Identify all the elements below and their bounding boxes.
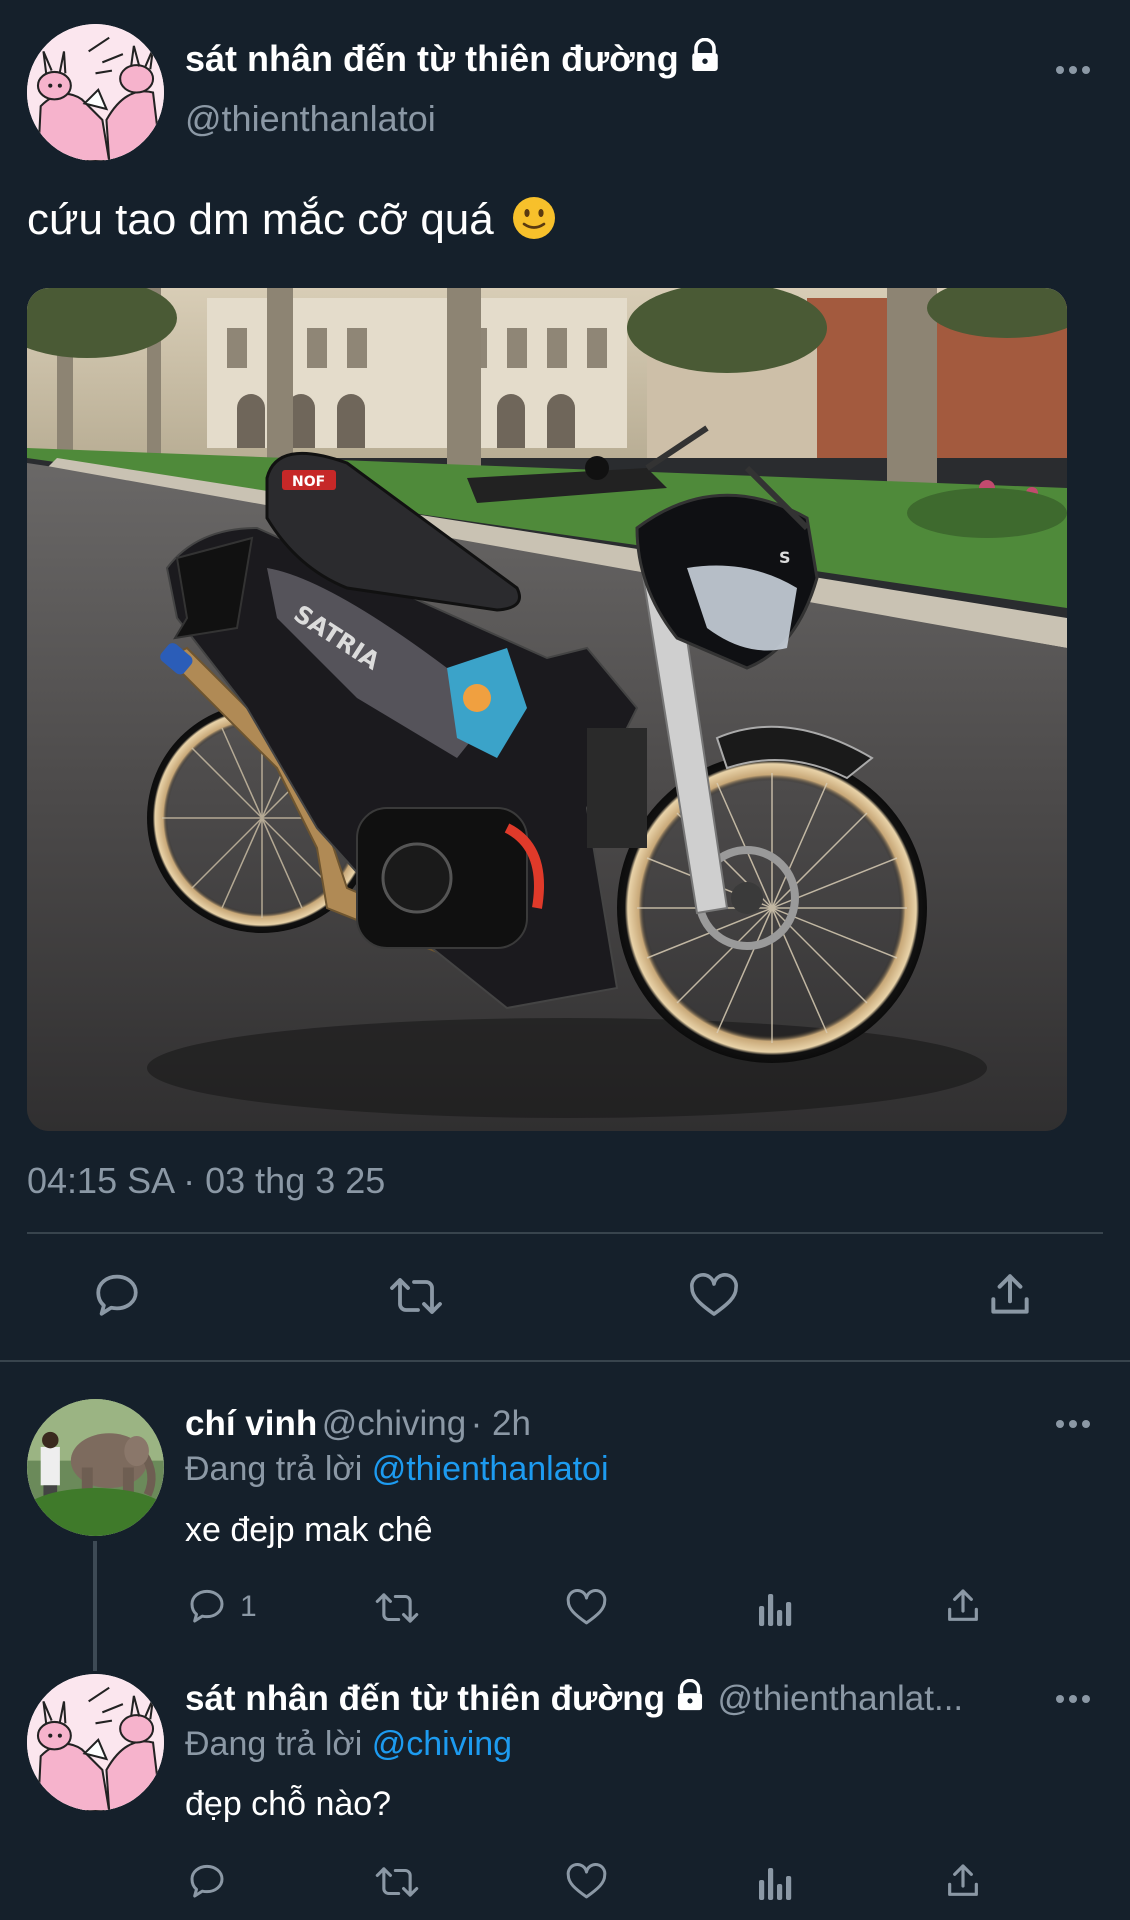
- reply1-replying-to: Đang trả lời @thienthanlatoi: [185, 1450, 609, 1489]
- reply2-display-name[interactable]: sát nhân đến từ thiên đường: [185, 1679, 665, 1718]
- svg-text:NOF: NOF: [292, 474, 325, 490]
- reply-icon[interactable]: [92, 1270, 142, 1320]
- reply-icon[interactable]: [187, 1586, 227, 1626]
- bunny-avatar-icon: [27, 1674, 164, 1811]
- mention-link[interactable]: @thienthanlatoi: [372, 1450, 609, 1488]
- bunny-avatar-icon: [27, 24, 164, 161]
- divider: [27, 1232, 1103, 1234]
- reply1-display-name[interactable]: chí vinh: [185, 1404, 317, 1443]
- more-options-icon[interactable]: [1056, 1413, 1096, 1433]
- retweet-icon[interactable]: [388, 1272, 444, 1320]
- elephant-photo-avatar-icon: [27, 1399, 164, 1536]
- retweet-icon[interactable]: [374, 1862, 420, 1902]
- reply2-replying-to: Đang trả lời @chiving: [185, 1725, 512, 1764]
- slightly-smiling-face-icon: [512, 196, 556, 240]
- reply2-header: sát nhân đến từ thiên đường @thienthanla…: [185, 1678, 963, 1719]
- share-icon[interactable]: [943, 1586, 983, 1626]
- author-display-name[interactable]: sát nhân đến từ thiên đường: [185, 38, 679, 79]
- replying-label: Đang trả lời: [185, 1725, 363, 1763]
- thread-line: [93, 1541, 97, 1671]
- reply1-header: chí vinh @chiving · 2h: [185, 1404, 531, 1444]
- replying-label: Đang trả lời: [185, 1450, 363, 1488]
- reply1-text: xe đejp mak chê: [185, 1511, 433, 1549]
- author-avatar[interactable]: [27, 24, 164, 161]
- section-divider: [0, 1360, 1130, 1362]
- reply-avatar-author[interactable]: [27, 1674, 164, 1811]
- retweet-icon[interactable]: [374, 1588, 420, 1628]
- reply-avatar-chiving[interactable]: [27, 1399, 164, 1536]
- like-icon[interactable]: [565, 1588, 608, 1628]
- more-options-icon[interactable]: [1056, 59, 1096, 79]
- reply-icon[interactable]: [187, 1861, 227, 1901]
- motorcycle-photo: SATRIA NOF S: [27, 288, 1067, 1131]
- analytics-icon[interactable]: [757, 1862, 793, 1902]
- lock-icon: [687, 37, 723, 79]
- share-icon[interactable]: [985, 1270, 1035, 1320]
- reply-count: 1: [240, 1590, 257, 1623]
- reply2-handle[interactable]: @thienthanlat...: [717, 1679, 963, 1718]
- tweet-timestamp[interactable]: 04:15 SA · 03 thg 3 25: [27, 1160, 385, 1202]
- like-icon[interactable]: [565, 1862, 608, 1902]
- analytics-icon[interactable]: [757, 1588, 793, 1628]
- tweet-text-row: cứu tao dm mắc cỡ quá: [27, 195, 556, 245]
- lock-icon: [673, 1678, 707, 1718]
- like-icon[interactable]: [688, 1272, 740, 1320]
- author-name-row: sát nhân đến từ thiên đường: [185, 37, 723, 80]
- reply2-text: đẹp chỗ nào?: [185, 1785, 392, 1823]
- more-options-icon[interactable]: [1056, 1688, 1096, 1708]
- tweet-text: cứu tao dm mắc cỡ quá: [27, 195, 494, 244]
- share-icon[interactable]: [943, 1861, 983, 1901]
- reply1-time: · 2h: [470, 1404, 531, 1443]
- svg-text:S: S: [779, 548, 791, 567]
- tweet-photo[interactable]: SATRIA NOF S: [27, 288, 1067, 1131]
- mention-link[interactable]: @chiving: [372, 1725, 512, 1763]
- author-handle[interactable]: @thienthanlatoi: [185, 98, 436, 140]
- reply1-handle[interactable]: @chiving: [322, 1404, 466, 1443]
